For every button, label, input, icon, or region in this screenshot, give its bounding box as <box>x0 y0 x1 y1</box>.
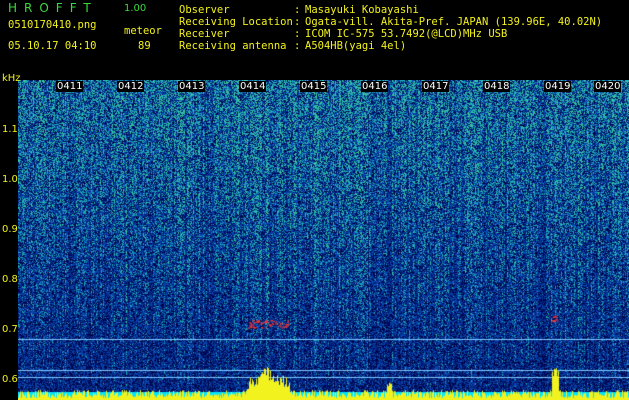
y-tick-label: 0.7 <box>2 324 18 335</box>
x-tick-label: 0417 <box>422 81 450 92</box>
location-value: Ogata-vill. Akita-Pref. JAPAN (139.96E, … <box>305 16 603 28</box>
antenna-label: Receiving antenna <box>179 40 287 52</box>
date-time: 05.10.17 04:10 <box>8 40 97 52</box>
observer-value: Masayuki Kobayashi <box>305 4 419 16</box>
x-tick-label: 0415 <box>300 81 328 92</box>
mode-label: meteor <box>124 25 162 37</box>
x-tick-label: 0412 <box>117 81 145 92</box>
x-tick-label: 0416 <box>361 81 389 92</box>
x-tick-label: 0411 <box>56 81 84 92</box>
field-colon: : <box>294 4 301 16</box>
y-tick-label: 1.0 <box>2 174 18 185</box>
y-tick-label: 0.9 <box>2 224 18 235</box>
y-tick-label: 0.8 <box>2 274 18 285</box>
spectrogram-canvas <box>18 80 629 400</box>
y-tick-label: 1.1 <box>2 124 18 135</box>
file-name: 0510170410.png <box>8 19 97 31</box>
field-colon: : <box>294 40 301 52</box>
field-colon: : <box>294 28 301 40</box>
observer-label: Observer <box>179 4 230 16</box>
x-tick-label: 0418 <box>483 81 511 92</box>
hrofft-window: HROFFT 1.00 0510170410.png meteor 05.10.… <box>0 0 629 400</box>
x-tick-label: 0420 <box>594 81 622 92</box>
detection-count: 89 <box>138 40 151 52</box>
y-unit-label: kHz <box>2 73 21 84</box>
receiver-value: ICOM IC-575 53.7492(@LCD)MHz USB <box>305 28 508 40</box>
x-tick-label: 0413 <box>178 81 206 92</box>
x-tick-label: 0414 <box>239 81 267 92</box>
app-title: HROFFT <box>8 1 98 15</box>
app-version: 1.00 <box>124 3 147 14</box>
location-label: Receiving Location <box>179 16 293 28</box>
receiver-label: Receiver <box>179 28 230 40</box>
y-tick-label: 0.6 <box>2 374 18 385</box>
x-tick-label: 0419 <box>544 81 572 92</box>
field-colon: : <box>294 16 301 28</box>
antenna-value: A504HB(yagi 4el) <box>305 40 407 52</box>
